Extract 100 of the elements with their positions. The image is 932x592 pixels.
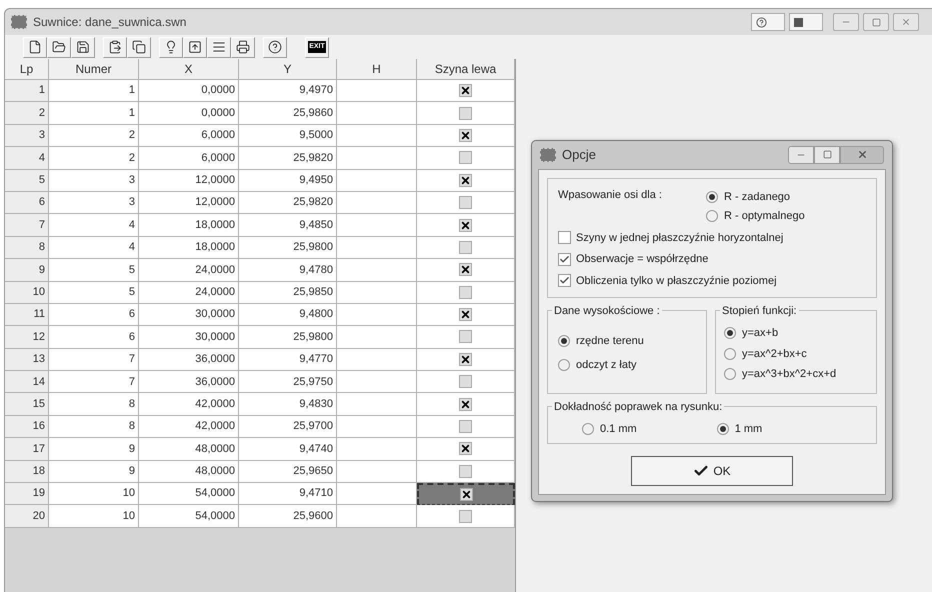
minimize-button[interactable] [833,13,859,31]
table-cell: 7 [49,348,139,372]
radio-label: y=ax^3+bx^2+cx+d [742,367,836,382]
maximize-icon [872,18,880,26]
radio-button[interactable] [706,210,718,222]
row-header: 19 [5,483,49,506]
radio-button[interactable] [724,348,736,360]
close-icon [901,17,911,27]
table-cell[interactable] [417,483,515,506]
table-cell: 10 [49,483,139,506]
row-header: 11 [5,304,49,326]
table-cell[interactable] [417,371,515,394]
toolbar-button[interactable] [231,36,255,58]
table-cell: 9,4850 [239,214,337,237]
radio-button[interactable] [558,358,570,371]
checkbox[interactable] [459,352,472,366]
toolbar-button[interactable] [183,36,207,58]
table-cell: 9,4970 [239,80,337,102]
checkbox-label: Obliczenia tylko w płaszczyźnie poziomej [576,274,777,288]
group-label: Dane wysokościowe : [552,303,662,320]
table-cell[interactable] [417,348,515,372]
table-cell[interactable] [417,102,515,125]
table-cell: 7 [49,371,139,394]
table-cell[interactable] [417,124,515,148]
radio-button[interactable] [582,423,594,436]
toolbar-button[interactable] [103,36,127,58]
checkbox[interactable] [459,464,472,478]
table-cell[interactable] [417,505,515,528]
table-cell[interactable] [417,393,515,416]
table-cell[interactable] [417,147,515,170]
checkbox[interactable] [459,84,472,98]
radio-button[interactable] [558,335,570,348]
checkbox[interactable] [459,106,472,120]
table-cell[interactable] [417,259,515,282]
table-cell[interactable] [417,460,515,484]
checkbox[interactable] [459,151,472,164]
checkbox[interactable] [459,330,472,344]
toolbar-button[interactable] [207,36,231,58]
table-cell[interactable] [417,236,515,260]
table-cell[interactable] [417,282,515,304]
table-cell[interactable] [417,80,515,102]
table-cell: 4 [49,236,139,260]
checkbox[interactable] [459,128,472,142]
checkbox[interactable] [459,510,472,523]
checkbox[interactable] [459,174,472,187]
table-cell[interactable] [417,192,515,214]
checkbox[interactable] [459,398,472,411]
close-button[interactable] [893,13,919,31]
table-cell: 10 [49,505,139,528]
checkbox[interactable] [459,240,472,254]
checkbox[interactable] [460,488,472,502]
table-cell: 9,4770 [239,348,337,372]
row-header: 12 [5,326,49,349]
toolbar-button[interactable] [47,36,71,58]
radio-button[interactable] [724,368,736,380]
radio-label: 1 mm [734,422,762,437]
table-cell: 4 [49,214,139,237]
table-cell[interactable] [417,304,515,326]
checkbox[interactable] [558,252,571,266]
lightbulb-icon [164,40,178,54]
table-cell[interactable] [417,170,515,192]
checkbox[interactable] [459,308,472,322]
table-cell[interactable] [417,214,515,237]
table-cell[interactable] [417,438,515,461]
maximize-button[interactable] [814,146,840,164]
table-cell: 25,9600 [239,505,337,528]
maximize-button[interactable] [863,13,889,31]
toolbar-button[interactable] [263,36,287,58]
row-header: 15 [5,393,49,416]
checkbox[interactable] [459,375,472,388]
help-icon [268,40,282,54]
resize-button[interactable] [789,13,823,31]
toolbar-button[interactable] [71,36,95,58]
radio-label: 0.1 mm [600,422,637,437]
checkbox[interactable] [558,274,571,288]
toolbar-button[interactable] [127,36,151,58]
help-button[interactable] [751,13,785,31]
radio-button[interactable] [706,190,718,203]
checkbox[interactable] [459,218,472,232]
minimize-button[interactable] [788,146,814,164]
checkbox[interactable] [459,442,472,456]
table-cell[interactable] [417,326,515,349]
checkbox[interactable] [459,196,472,210]
radio-label: y=ax+b [742,326,778,341]
checkbox[interactable] [558,231,571,244]
row-header: 6 [5,192,49,214]
table-cell: 25,9850 [239,282,337,304]
radio-button[interactable] [716,423,729,436]
checkbox[interactable] [459,420,472,434]
table-cell[interactable] [417,416,515,438]
checkbox[interactable] [459,263,472,276]
table-cell: 18,0000 [139,214,239,237]
ok-button[interactable]: OK [631,456,793,486]
toolbar-button[interactable] [159,36,183,58]
radio-button[interactable] [724,327,736,340]
row-header: 5 [5,170,49,192]
toolbar-button[interactable] [23,36,47,58]
checkbox[interactable] [459,286,472,299]
table-cell: 24,0000 [139,282,239,304]
close-button[interactable] [840,146,884,164]
